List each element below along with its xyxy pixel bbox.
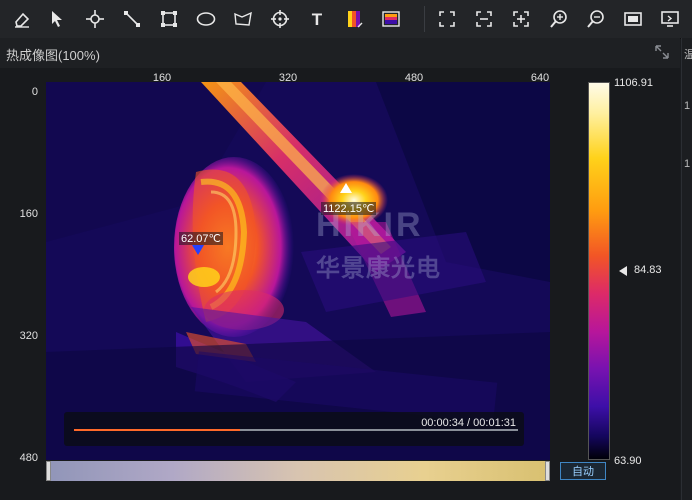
fit-center-icon bbox=[513, 11, 529, 27]
cursor-icon bbox=[52, 11, 62, 27]
right-panel-title: 温 bbox=[684, 49, 692, 61]
ellipse-tool-button[interactable] bbox=[192, 5, 220, 33]
polygon-tool-button[interactable] bbox=[229, 5, 257, 33]
range-handle-right[interactable] bbox=[545, 461, 550, 481]
svg-text:T: T bbox=[312, 10, 323, 29]
fit-width-icon bbox=[476, 11, 492, 27]
zoom-out-icon bbox=[587, 10, 604, 28]
triangle-icon bbox=[340, 183, 352, 193]
crosshair-tool-button[interactable] bbox=[266, 5, 294, 33]
watermark-brand: 华景康光电 bbox=[316, 255, 441, 282]
toolbar: T bbox=[0, 0, 692, 39]
display-mode-button[interactable] bbox=[656, 5, 684, 33]
fit-screen-icon bbox=[439, 11, 455, 27]
rectangle-tool-icon bbox=[161, 11, 177, 27]
playback-progress bbox=[74, 429, 241, 431]
ellipse-tool-icon bbox=[196, 12, 216, 26]
zoom-in-icon bbox=[550, 10, 567, 28]
eraser-icon bbox=[15, 12, 30, 28]
inverted-triangle-icon bbox=[192, 245, 204, 255]
zoom-out-button[interactable] bbox=[582, 5, 610, 33]
fit-screen-button[interactable] bbox=[433, 5, 461, 33]
panel-title: 热成像图(100%) bbox=[6, 48, 100, 63]
scale-min-label: 63.90 bbox=[614, 455, 642, 467]
actual-size-button[interactable] bbox=[619, 5, 647, 33]
playback-track[interactable] bbox=[74, 429, 518, 431]
palette-icon bbox=[348, 11, 363, 28]
thermal-image[interactable] bbox=[46, 82, 550, 460]
palette-button[interactable] bbox=[340, 5, 368, 33]
temperature-range-slider[interactable] bbox=[46, 461, 550, 481]
auto-button[interactable]: 自动 bbox=[560, 462, 606, 480]
right-panel-row: 1 bbox=[684, 100, 691, 112]
rectangle-tool-button[interactable] bbox=[155, 5, 183, 33]
range-handle-left[interactable] bbox=[46, 461, 51, 481]
isotherm-icon bbox=[382, 11, 400, 27]
color-scale-bar bbox=[588, 82, 610, 460]
point-tool-button[interactable] bbox=[81, 5, 109, 33]
actual-size-icon bbox=[624, 12, 642, 26]
line-tool-icon bbox=[124, 11, 140, 27]
playback-bar[interactable]: 00:00:34 / 00:01:31 bbox=[64, 412, 524, 446]
display-mode-icon bbox=[661, 11, 679, 27]
point-tool-icon bbox=[86, 10, 104, 28]
polygon-tool-icon bbox=[234, 11, 252, 26]
select-button[interactable] bbox=[44, 5, 72, 33]
zoom-in-button[interactable] bbox=[545, 5, 573, 33]
scale-pointer-icon[interactable] bbox=[619, 266, 627, 276]
text-tool-icon: T bbox=[312, 10, 323, 29]
panel-titlebar: 热成像图(100%) bbox=[0, 38, 680, 68]
expand-icon[interactable] bbox=[654, 44, 670, 60]
max-temp-label: 1122.15℃ bbox=[321, 202, 377, 215]
right-panel-row: 1 bbox=[684, 158, 691, 170]
y-axis-tick: 160 bbox=[19, 208, 38, 220]
playback-time: 00:00:34 / 00:01:31 bbox=[421, 417, 516, 429]
scale-max-label: 1106.91 bbox=[614, 77, 653, 89]
fit-width-button[interactable] bbox=[470, 5, 498, 33]
isotherm-button[interactable] bbox=[377, 5, 405, 33]
y-axis-tick: 0 bbox=[31, 86, 38, 98]
crosshair-tool-icon bbox=[271, 10, 289, 28]
text-tool-button[interactable]: T bbox=[303, 5, 331, 33]
y-axis-tick: 320 bbox=[19, 330, 38, 342]
eraser-button[interactable] bbox=[8, 5, 36, 33]
line-tool-button[interactable] bbox=[118, 5, 146, 33]
scale-current-label: 84.83 bbox=[634, 264, 662, 276]
min-temp-label: 62.07℃ bbox=[179, 232, 223, 245]
y-axis-tick: 480 bbox=[19, 452, 38, 464]
toolbar-divider bbox=[424, 6, 425, 32]
fit-center-button[interactable] bbox=[507, 5, 535, 33]
